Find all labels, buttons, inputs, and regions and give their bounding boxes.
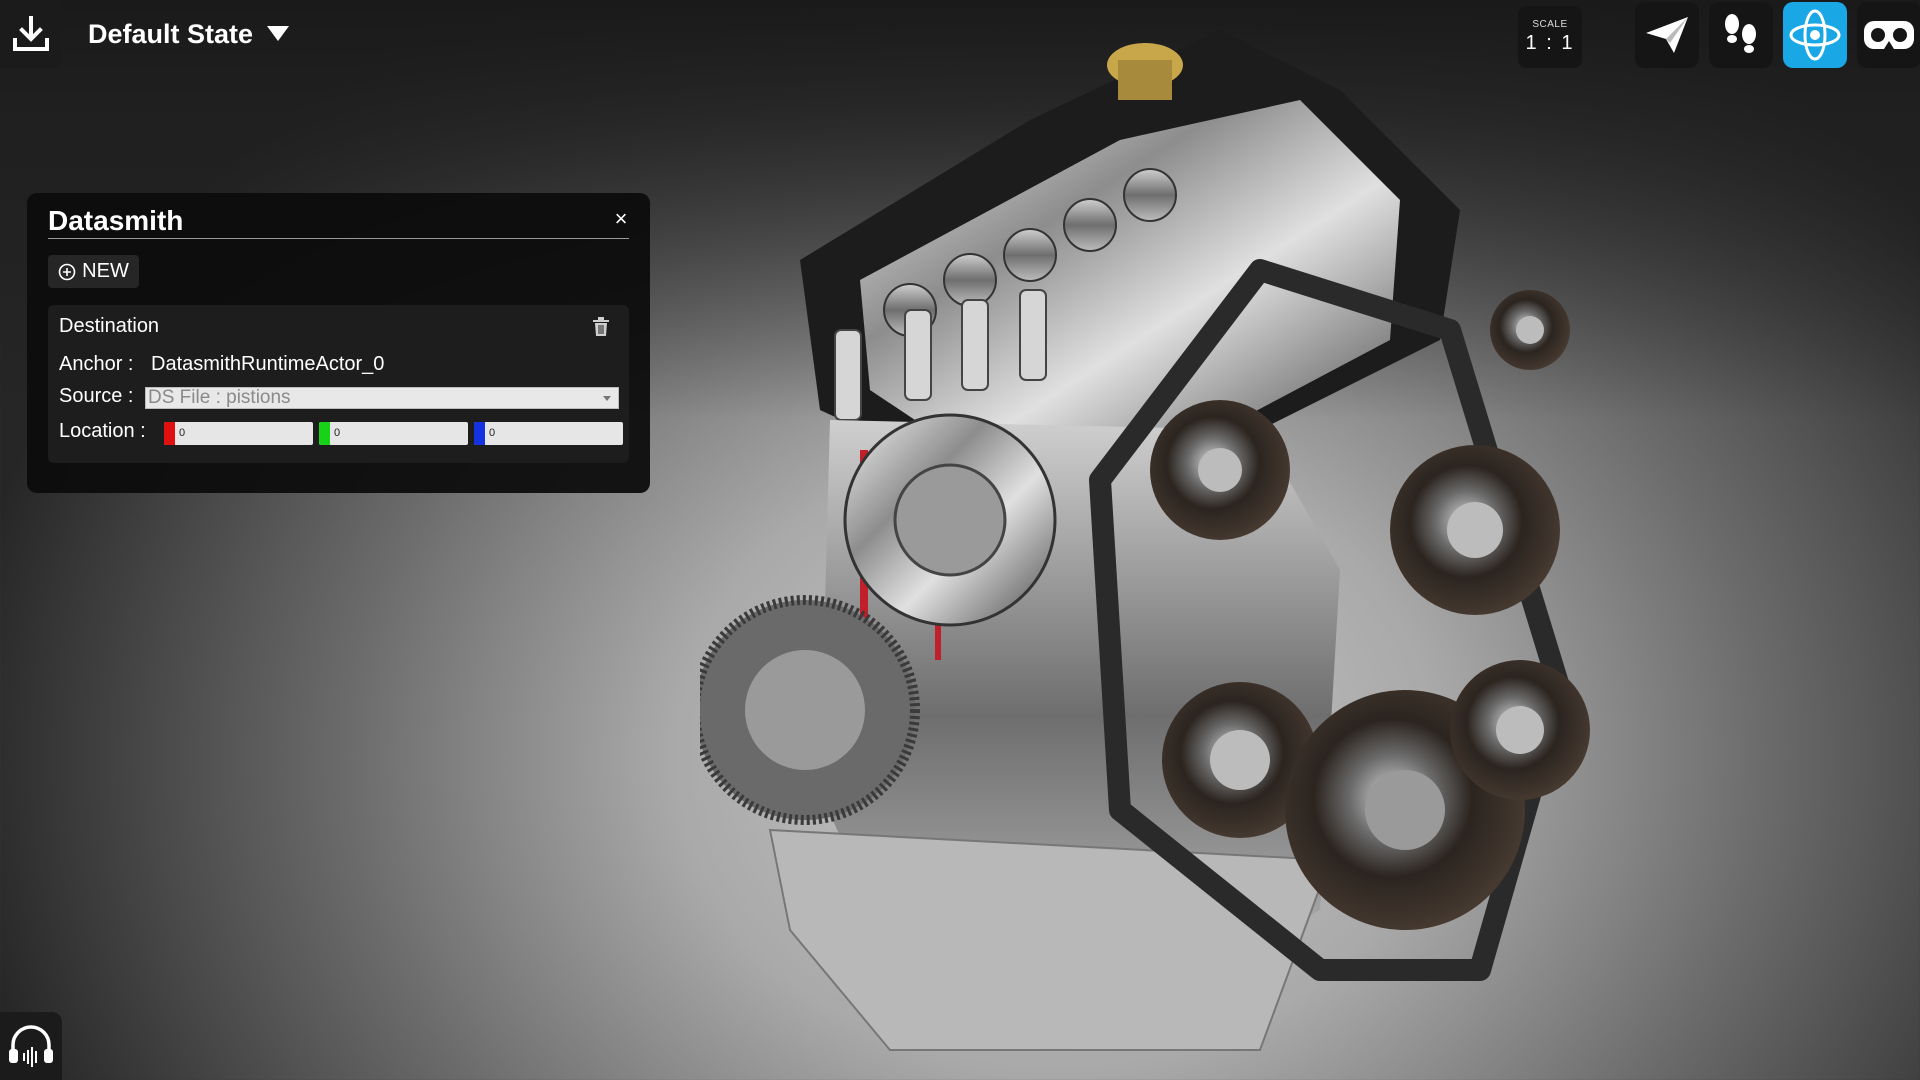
location-x-input[interactable]: 0 <box>164 422 313 445</box>
source-label: Source : <box>59 385 134 407</box>
engine-3d-model[interactable] <box>700 10 1600 1070</box>
new-button-label: NEW <box>82 260 129 282</box>
state-label: Default State <box>88 18 254 49</box>
download-icon <box>13 16 49 51</box>
download-button[interactable] <box>0 0 62 68</box>
location-label: Location : <box>59 420 146 442</box>
plus-circle-icon <box>58 263 76 280</box>
state-dropdown[interactable]: Default State <box>88 16 290 52</box>
location-y-input[interactable]: 0 <box>319 422 468 445</box>
location-y-value: 0 <box>334 427 341 439</box>
scale-indicator[interactable]: SCALE 1 : 1 <box>1518 6 1582 68</box>
support-button[interactable] <box>0 1012 62 1080</box>
dropdown-arrow-icon <box>267 26 290 41</box>
paper-plane-icon <box>1646 17 1688 53</box>
new-button[interactable]: NEW <box>48 255 139 288</box>
z-axis-indicator <box>474 422 485 445</box>
source-select[interactable]: DS File : pistions <box>145 387 619 409</box>
panel-divider <box>48 238 629 239</box>
vr-mode-button[interactable] <box>1857 2 1920 68</box>
select-caret-icon <box>603 396 611 401</box>
walk-mode-button[interactable] <box>1709 2 1773 68</box>
location-x-value: 0 <box>179 427 186 439</box>
x-axis-indicator <box>164 422 175 445</box>
location-z-input[interactable]: 0 <box>474 422 623 445</box>
fly-mode-button[interactable] <box>1635 2 1699 68</box>
orbit-icon <box>1789 9 1841 61</box>
source-value: DS File : pistions <box>148 387 291 408</box>
destination-card: Destination Anchor : DatasmithRuntimeAct… <box>48 305 629 463</box>
anchor-label: Anchor : <box>59 353 134 375</box>
y-axis-indicator <box>319 422 330 445</box>
trash-icon[interactable] <box>592 317 610 337</box>
panel-title: Datasmith <box>48 205 184 236</box>
close-icon[interactable]: × <box>607 205 635 233</box>
destination-title: Destination <box>59 315 160 337</box>
vr-headset-icon <box>1864 21 1914 49</box>
scale-value: 1 : 1 <box>1525 32 1575 54</box>
footsteps-icon <box>1725 14 1756 53</box>
orbit-mode-button[interactable] <box>1783 2 1847 68</box>
datasmith-panel: Datasmith × NEW Destination Anchor : Dat… <box>27 193 650 493</box>
anchor-value: DatasmithRuntimeActor_0 <box>151 353 385 375</box>
headset-icon <box>9 1025 53 1067</box>
scale-label: SCALE <box>1532 19 1568 30</box>
location-z-value: 0 <box>489 427 496 439</box>
